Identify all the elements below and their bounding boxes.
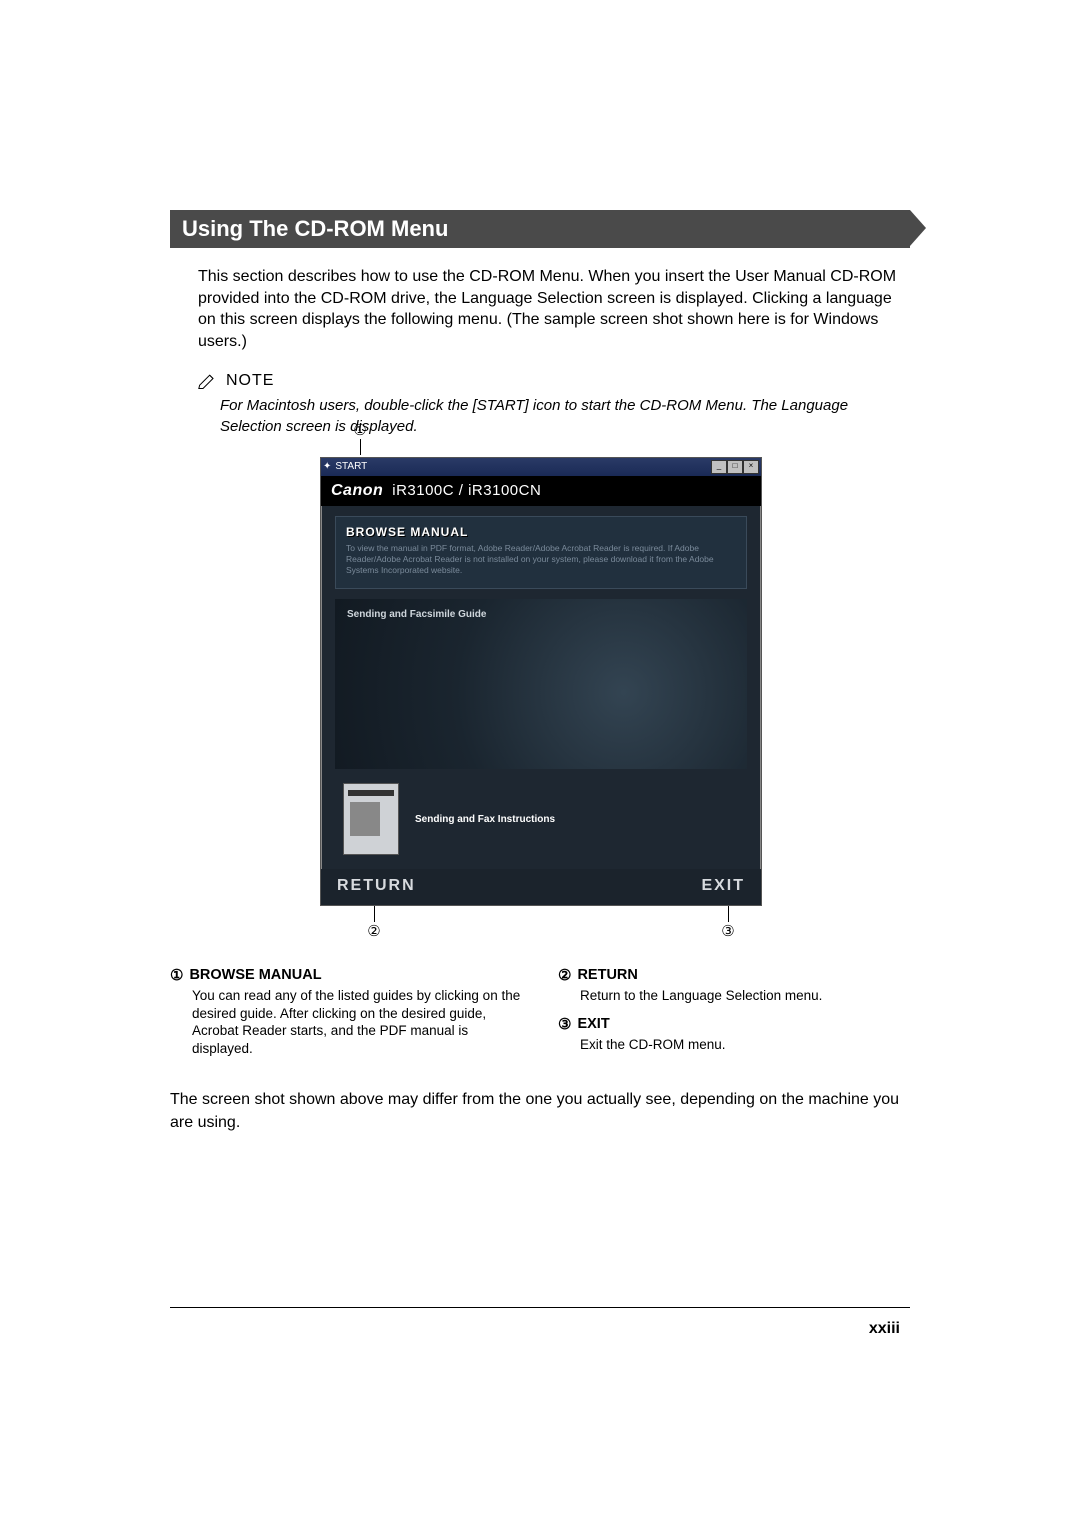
maximize-button[interactable]: □	[727, 460, 743, 474]
legend-2-title: ② RETURN	[558, 966, 910, 984]
callout-3-label: ③	[718, 922, 738, 940]
start-diamond-icon: ✦	[323, 461, 331, 472]
callout-2-label: ②	[364, 922, 384, 940]
callout-1: ①	[350, 421, 370, 455]
bottom-bar: RETURN EXIT	[321, 869, 761, 905]
brand-logo: Canon	[331, 482, 383, 499]
legend-2-num: ②	[558, 966, 571, 984]
browse-manual-title: BROWSE MANUAL	[346, 525, 736, 539]
model-text: iR3100C / iR3100CN	[392, 482, 541, 499]
callout-1-label: ①	[350, 421, 370, 439]
legend-3-label: EXIT	[577, 1016, 609, 1032]
brand-row: Canon iR3100C / iR3100CN	[321, 476, 761, 506]
manual-page: Using The CD-ROM Menu This section descr…	[0, 0, 1080, 1528]
closing-paragraph: The screen shot shown above may differ f…	[170, 1089, 910, 1134]
cdrom-menu-window: ✦ START _ □ × Canon iR3100C / iR3100CN B…	[320, 457, 762, 906]
footer-rule	[170, 1307, 910, 1308]
legend-2-label: RETURN	[577, 967, 637, 983]
legend-1-label: BROWSE MANUAL	[189, 967, 321, 983]
figure-area: ① ✦ START _ □ × Canon iR3100C / iR3100CN	[320, 457, 760, 948]
note-text: For Macintosh users, double-click the [S…	[220, 396, 900, 437]
callout-3-tick	[728, 906, 729, 922]
titlebar-left: ✦ START	[323, 461, 367, 472]
guide-item[interactable]: Sending and Facsimile Guide	[347, 609, 486, 620]
close-button[interactable]: ×	[743, 460, 759, 474]
window-buttons: _ □ ×	[711, 460, 759, 474]
legend-1-title: ① BROWSE MANUAL	[170, 966, 522, 984]
section-heading-wrap: Using The CD-ROM Menu	[170, 210, 910, 248]
callout-1-tick	[360, 439, 361, 455]
note-icon	[198, 373, 218, 389]
note-row: NOTE	[198, 372, 910, 390]
legend-col-left: ① BROWSE MANUAL You can read any of the …	[170, 966, 522, 1067]
thumbnail-label: Sending and Fax Instructions	[415, 814, 555, 825]
under-callouts: ② ③	[320, 906, 760, 948]
legend-3-text: Exit the CD-ROM menu.	[580, 1036, 910, 1054]
legend-columns: ① BROWSE MANUAL You can read any of the …	[170, 966, 910, 1067]
thumbnail-row: Sending and Fax Instructions	[335, 777, 747, 865]
page-number: xxiii	[869, 1320, 900, 1338]
browse-manual-panel: BROWSE MANUAL To view the manual in PDF …	[335, 516, 747, 589]
legend-3-num: ③	[558, 1015, 571, 1033]
window-titlebar: ✦ START _ □ ×	[321, 458, 761, 476]
callout-2: ②	[364, 906, 384, 940]
legend-1-text: You can read any of the listed guides by…	[192, 987, 522, 1057]
browse-manual-desc: To view the manual in PDF format, Adobe …	[346, 543, 736, 576]
callout-2-tick	[374, 906, 375, 922]
manual-thumbnail[interactable]	[343, 783, 399, 855]
window-title: START	[335, 461, 367, 472]
legend-col-right: ② RETURN Return to the Language Selectio…	[558, 966, 910, 1067]
intro-paragraph: This section describes how to use the CD…	[198, 266, 910, 352]
legend-3-title: ③ EXIT	[558, 1015, 910, 1033]
return-button[interactable]: RETURN	[337, 877, 416, 895]
exit-button[interactable]: EXIT	[701, 877, 745, 895]
callout-3: ③	[718, 906, 738, 940]
minimize-button[interactable]: _	[711, 460, 727, 474]
section-heading: Using The CD-ROM Menu	[170, 210, 910, 248]
legend-1-num: ①	[170, 966, 183, 984]
guide-list: Sending and Facsimile Guide	[335, 599, 747, 769]
legend-2-text: Return to the Language Selection menu.	[580, 987, 910, 1005]
note-label: NOTE	[226, 372, 274, 390]
